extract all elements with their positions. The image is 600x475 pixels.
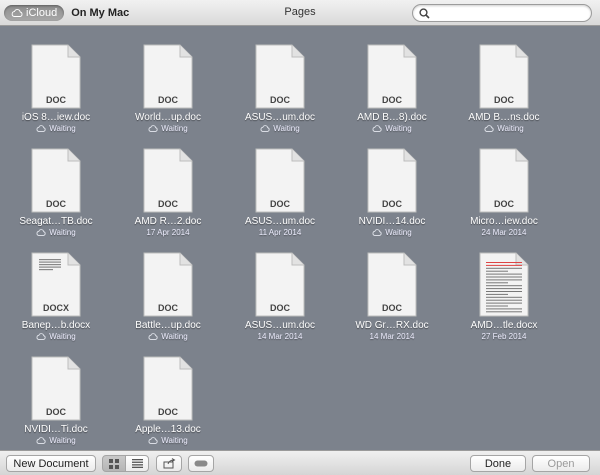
- search-icon: [419, 8, 430, 19]
- document-icon: DOC: [31, 44, 81, 109]
- document-type-label: DOC: [270, 95, 290, 105]
- document-name: AMD R…2.doc: [134, 216, 202, 227]
- document-type-label: DOC: [382, 303, 402, 313]
- document-name: WD Gr…RX.doc: [355, 320, 429, 331]
- document-icon: [479, 252, 529, 317]
- document-status: Waiting: [112, 436, 224, 445]
- document-icon: DOC: [31, 148, 81, 213]
- document-name: iOS 8…iew.doc: [21, 112, 91, 123]
- document-item[interactable]: DOC World…up.doc Waiting: [112, 26, 224, 133]
- document-item[interactable]: DOC Seagat…TB.doc Waiting: [0, 130, 112, 237]
- document-name: AMD B…ns.doc: [468, 112, 540, 123]
- document-icon: DOC: [143, 44, 193, 109]
- document-status: Waiting: [0, 436, 112, 445]
- document-type-label: DOC: [46, 407, 66, 417]
- document-item[interactable]: DOC ASUS…um.doc Waiting: [224, 26, 336, 133]
- tag-icon: [194, 460, 208, 467]
- document-item[interactable]: DOC ASUS…um.doc 14 Mar 2014: [224, 234, 336, 341]
- grid-view-button[interactable]: [102, 455, 126, 472]
- document-type-label: DOC: [494, 199, 514, 209]
- document-item[interactable]: DOC Battle…up.doc Waiting: [112, 234, 224, 341]
- document-item[interactable]: DOC Apple…13.doc Waiting: [112, 338, 224, 445]
- grid-view-icon: [109, 458, 119, 469]
- document-icon: DOC: [255, 148, 305, 213]
- document-type-label: DOC: [46, 95, 66, 105]
- open-button[interactable]: Open: [532, 455, 590, 472]
- document-status: 14 Mar 2014: [336, 332, 448, 341]
- document-icon: DOC: [479, 148, 529, 213]
- list-view-icon: [131, 459, 143, 468]
- document-item[interactable]: DOC ASUS…um.doc 11 Apr 2014: [224, 130, 336, 237]
- document-item[interactable]: DOC AMD B…ns.doc Waiting: [448, 26, 560, 133]
- document-item[interactable]: DOC NVIDI…Ti.doc Waiting: [0, 338, 112, 445]
- share-icon: [163, 458, 175, 469]
- document-item[interactable]: DOC iOS 8…iew.doc Waiting: [0, 26, 112, 133]
- document-icon: DOC: [143, 356, 193, 421]
- document-name: NVIDI…Ti.doc: [24, 424, 88, 435]
- document-item[interactable]: DOC AMD B…8).doc Waiting: [336, 26, 448, 133]
- document-item[interactable]: AMD…tle.docx 27 Feb 2014: [448, 234, 560, 341]
- document-name: ASUS…um.doc: [244, 112, 316, 123]
- document-type-label: DOC: [382, 95, 402, 105]
- document-item[interactable]: DOC WD Gr…RX.doc 14 Mar 2014: [336, 234, 448, 341]
- document-status-text: Waiting: [161, 436, 188, 445]
- document-name: ASUS…um.doc: [244, 216, 316, 227]
- document-status: 27 Feb 2014: [448, 332, 560, 341]
- tag-button[interactable]: [188, 455, 214, 472]
- document-icon: DOC: [367, 148, 417, 213]
- list-view-button[interactable]: [125, 455, 149, 472]
- document-grid: DOC iOS 8…iew.doc Waiting DOC World…up.d…: [0, 26, 600, 450]
- document-status-text: 14 Mar 2014: [257, 332, 303, 341]
- document-name: Banep…b.docx: [21, 320, 91, 331]
- document-type-label: DOC: [158, 303, 178, 313]
- document-status: 14 Mar 2014: [224, 332, 336, 341]
- document-item[interactable]: DOC AMD R…2.doc 17 Apr 2014: [112, 130, 224, 237]
- document-status-text: Waiting: [49, 436, 76, 445]
- done-button[interactable]: Done: [470, 455, 526, 472]
- document-name: NVIDI…14.doc: [358, 216, 426, 227]
- document-item[interactable]: DOC NVIDI…14.doc Waiting: [336, 130, 448, 237]
- document-status-text: 27 Feb 2014: [481, 332, 527, 341]
- document-type-label: DOC: [158, 199, 178, 209]
- document-icon: DOC: [367, 252, 417, 317]
- document-icon: DOC: [143, 252, 193, 317]
- document-status-text: 14 Mar 2014: [369, 332, 415, 341]
- cloud-icon: [148, 437, 158, 444]
- document-name: Seagat…TB.doc: [19, 216, 93, 227]
- document-item[interactable]: DOCX Banep…b.docx Waiting: [0, 234, 112, 341]
- bottom-toolbar: New Document Done Open: [0, 450, 600, 475]
- document-item[interactable]: DOC Micro…iew.doc 24 Mar 2014: [448, 130, 560, 237]
- document-icon: DOC: [367, 44, 417, 109]
- document-type-label: DOC: [494, 95, 514, 105]
- new-document-button[interactable]: New Document: [6, 455, 96, 472]
- document-type-label: DOC: [270, 199, 290, 209]
- document-icon: DOC: [479, 44, 529, 109]
- document-icon: DOCX: [31, 252, 81, 317]
- document-name: Apple…13.doc: [135, 424, 201, 435]
- document-type-label: DOC: [158, 95, 178, 105]
- document-icon: DOC: [143, 148, 193, 213]
- document-icon: DOC: [31, 356, 81, 421]
- document-type-label: DOC: [270, 303, 290, 313]
- document-name: AMD…tle.docx: [470, 320, 538, 331]
- document-type-label: DOCX: [42, 303, 69, 313]
- document-name: Micro…iew.doc: [470, 216, 538, 227]
- share-button[interactable]: [156, 455, 182, 472]
- document-name: World…up.doc: [135, 112, 201, 123]
- document-type-label: DOC: [382, 199, 402, 209]
- document-name: Battle…up.doc: [135, 320, 201, 331]
- document-name: AMD B…8).doc: [357, 112, 427, 123]
- document-name: ASUS…um.doc: [244, 320, 316, 331]
- document-type-label: DOC: [158, 407, 178, 417]
- document-icon: DOC: [255, 252, 305, 317]
- document-icon: DOC: [255, 44, 305, 109]
- document-type-label: DOC: [46, 199, 66, 209]
- top-toolbar: iCloud On My Mac Pages: [0, 0, 600, 26]
- cloud-icon: [36, 437, 46, 444]
- search-input[interactable]: [412, 4, 592, 22]
